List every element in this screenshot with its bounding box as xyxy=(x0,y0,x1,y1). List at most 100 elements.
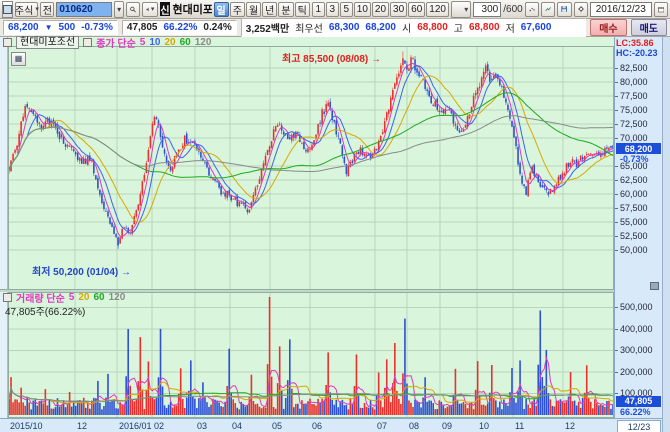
sell-button[interactable]: 매도 xyxy=(631,19,667,36)
period-틱-button[interactable]: 틱 xyxy=(295,2,310,17)
date-axis-label: 11 xyxy=(515,421,524,431)
checkbox-icon[interactable] xyxy=(3,38,12,47)
asset-type-select[interactable]: 주식 ▾ xyxy=(15,2,38,17)
current-price: 68,200 xyxy=(8,22,39,33)
volume-group: 47,805 66.22% 0.24% xyxy=(122,20,237,35)
turnover-pct: 0.24% xyxy=(203,22,231,33)
price-chart-canvas[interactable] xyxy=(8,46,614,290)
new-stock-badge: 신 xyxy=(160,2,169,16)
bar-count-input[interactable] xyxy=(473,2,501,17)
volume-chart-canvas[interactable] xyxy=(8,292,614,418)
minute-button-group: 13510203060120 xyxy=(312,2,449,17)
minute-5-button[interactable]: 5 xyxy=(340,2,353,17)
price-axis-label: 70,000 xyxy=(620,133,648,143)
down-arrow-icon: ▼ xyxy=(45,23,53,32)
legend-item: 종가 단순 xyxy=(96,35,136,50)
price-axis-label: 60,000 xyxy=(620,189,648,199)
gear-icon xyxy=(578,4,584,14)
price-axis-label: 82,500 xyxy=(620,63,648,73)
calendar-button[interactable] xyxy=(654,2,668,17)
window-icon[interactable] xyxy=(2,1,13,18)
sound-button[interactable]: ▾ xyxy=(142,2,158,17)
date-axis-label: 07 xyxy=(377,421,387,431)
bar-count-max: /600 xyxy=(503,4,522,15)
minute-3-button[interactable]: 3 xyxy=(326,2,339,17)
period-년-button[interactable]: 년 xyxy=(262,2,277,17)
minute-1-button[interactable]: 1 xyxy=(312,2,325,17)
date-axis-label: 05 xyxy=(272,421,282,431)
chart-date-input[interactable] xyxy=(590,2,652,17)
price-axis-label: 55,000 xyxy=(620,217,648,227)
stock-name: 현대미포조선 xyxy=(172,1,212,17)
date-axis-label: 12 xyxy=(565,421,575,431)
legend-stock-name: 현대미포조선 xyxy=(16,36,79,49)
legend-item: 20 xyxy=(164,37,175,48)
price-legend: 현대미포조선종가 단순5102060120 xyxy=(3,37,211,48)
prev-stock-button[interactable]: 전 xyxy=(40,2,54,17)
checkbox-icon[interactable] xyxy=(83,38,92,47)
price-axis-label: 77,500 xyxy=(620,91,648,101)
lc-hc-readout: LC:35.86 HC:-20.23 xyxy=(616,38,658,58)
price-axis-label: 80,000 xyxy=(620,77,648,87)
main-toolbar: 주식 ▾ 전 ▾ ▾ 신 현대미포조선 일주월년분틱 1351020306012… xyxy=(0,0,670,19)
legend-item: 10 xyxy=(149,37,160,48)
date-axis-label: 12 xyxy=(77,421,87,431)
save-button[interactable] xyxy=(557,2,571,17)
volume-axis-label: 400,000 xyxy=(620,324,653,334)
date-axis-end-label: 12/23 xyxy=(617,420,661,432)
minute-120-button[interactable]: 120 xyxy=(426,2,449,17)
date-axis[interactable]: 2015/10122016/01020304050607080910111212… xyxy=(0,418,662,432)
low-price: 67,600 xyxy=(521,22,552,33)
legend-item: 60 xyxy=(93,292,104,303)
legend-item: 120 xyxy=(195,37,212,48)
period-주-button[interactable]: 주 xyxy=(230,2,245,17)
scatter-chart-icon xyxy=(529,5,535,14)
price-axis-label: 50,000 xyxy=(620,245,648,255)
best-ask: 68,300 xyxy=(329,22,360,33)
period-분-button[interactable]: 분 xyxy=(278,2,293,17)
low-label: 저 xyxy=(506,20,515,35)
period-button-group: 일주월년분틱 xyxy=(214,2,310,17)
chart-style-dots-button[interactable] xyxy=(525,2,539,17)
period-일-button[interactable]: 일 xyxy=(214,2,229,17)
date-axis-label: 2015/10 xyxy=(10,421,43,431)
interval-dropdown[interactable]: ▾ xyxy=(451,1,471,18)
price-axis[interactable]: 82,50080,00077,50075,00072,50070,00065,0… xyxy=(614,37,662,418)
date-axis-label: 08 xyxy=(409,421,419,431)
stock-code-input[interactable] xyxy=(56,2,112,17)
minute-10-button[interactable]: 10 xyxy=(354,2,371,17)
calendar-icon xyxy=(658,5,664,14)
chart-right-frame[interactable] xyxy=(662,37,670,432)
date-axis-label: 06 xyxy=(312,421,322,431)
grid-settings-button[interactable]: ▦ xyxy=(11,52,26,66)
stock-code-dropdown[interactable]: ▾ xyxy=(114,1,124,18)
chart-style-line-button[interactable] xyxy=(541,2,555,17)
chevron-down-icon: ▾ xyxy=(35,5,39,13)
volume-legend: 거래량 단순52060120 xyxy=(3,292,125,303)
buy-button[interactable]: 매수 xyxy=(590,19,626,36)
legend-item: 5 xyxy=(140,37,146,48)
line-chart-icon xyxy=(545,5,551,14)
speaker-icon xyxy=(146,5,150,14)
legend-item: 120 xyxy=(109,292,126,303)
price-axis-label: 72,500 xyxy=(620,119,648,129)
save-icon xyxy=(561,4,567,14)
period-월-button[interactable]: 월 xyxy=(246,2,261,17)
minute-30-button[interactable]: 30 xyxy=(390,2,407,17)
high-annotation: 최고 85,500 (08/08) → xyxy=(282,50,381,65)
current-price-tag: 68,200 xyxy=(616,143,661,154)
current-volume-tag: 47,805 xyxy=(616,396,661,407)
date-axis-label: 10 xyxy=(479,421,489,431)
price-axis-label: 52,500 xyxy=(620,231,648,241)
pane-handle-icon[interactable] xyxy=(650,282,659,290)
checkbox-icon[interactable] xyxy=(3,293,12,302)
minute-20-button[interactable]: 20 xyxy=(372,2,389,17)
settings-button[interactable] xyxy=(574,2,588,17)
today-volume: 47,805 xyxy=(127,22,158,33)
price-axis-label: 57,500 xyxy=(620,203,648,213)
search-button[interactable] xyxy=(126,2,140,17)
price-group: 68,200 ▼ 500 -0.73% xyxy=(3,20,118,35)
stock-chart-window: 주식 ▾ 전 ▾ ▾ 신 현대미포조선 일주월년분틱 1351020306012… xyxy=(0,0,670,432)
minute-60-button[interactable]: 60 xyxy=(408,2,425,17)
trade-amount: 3,252백만 xyxy=(246,20,289,35)
